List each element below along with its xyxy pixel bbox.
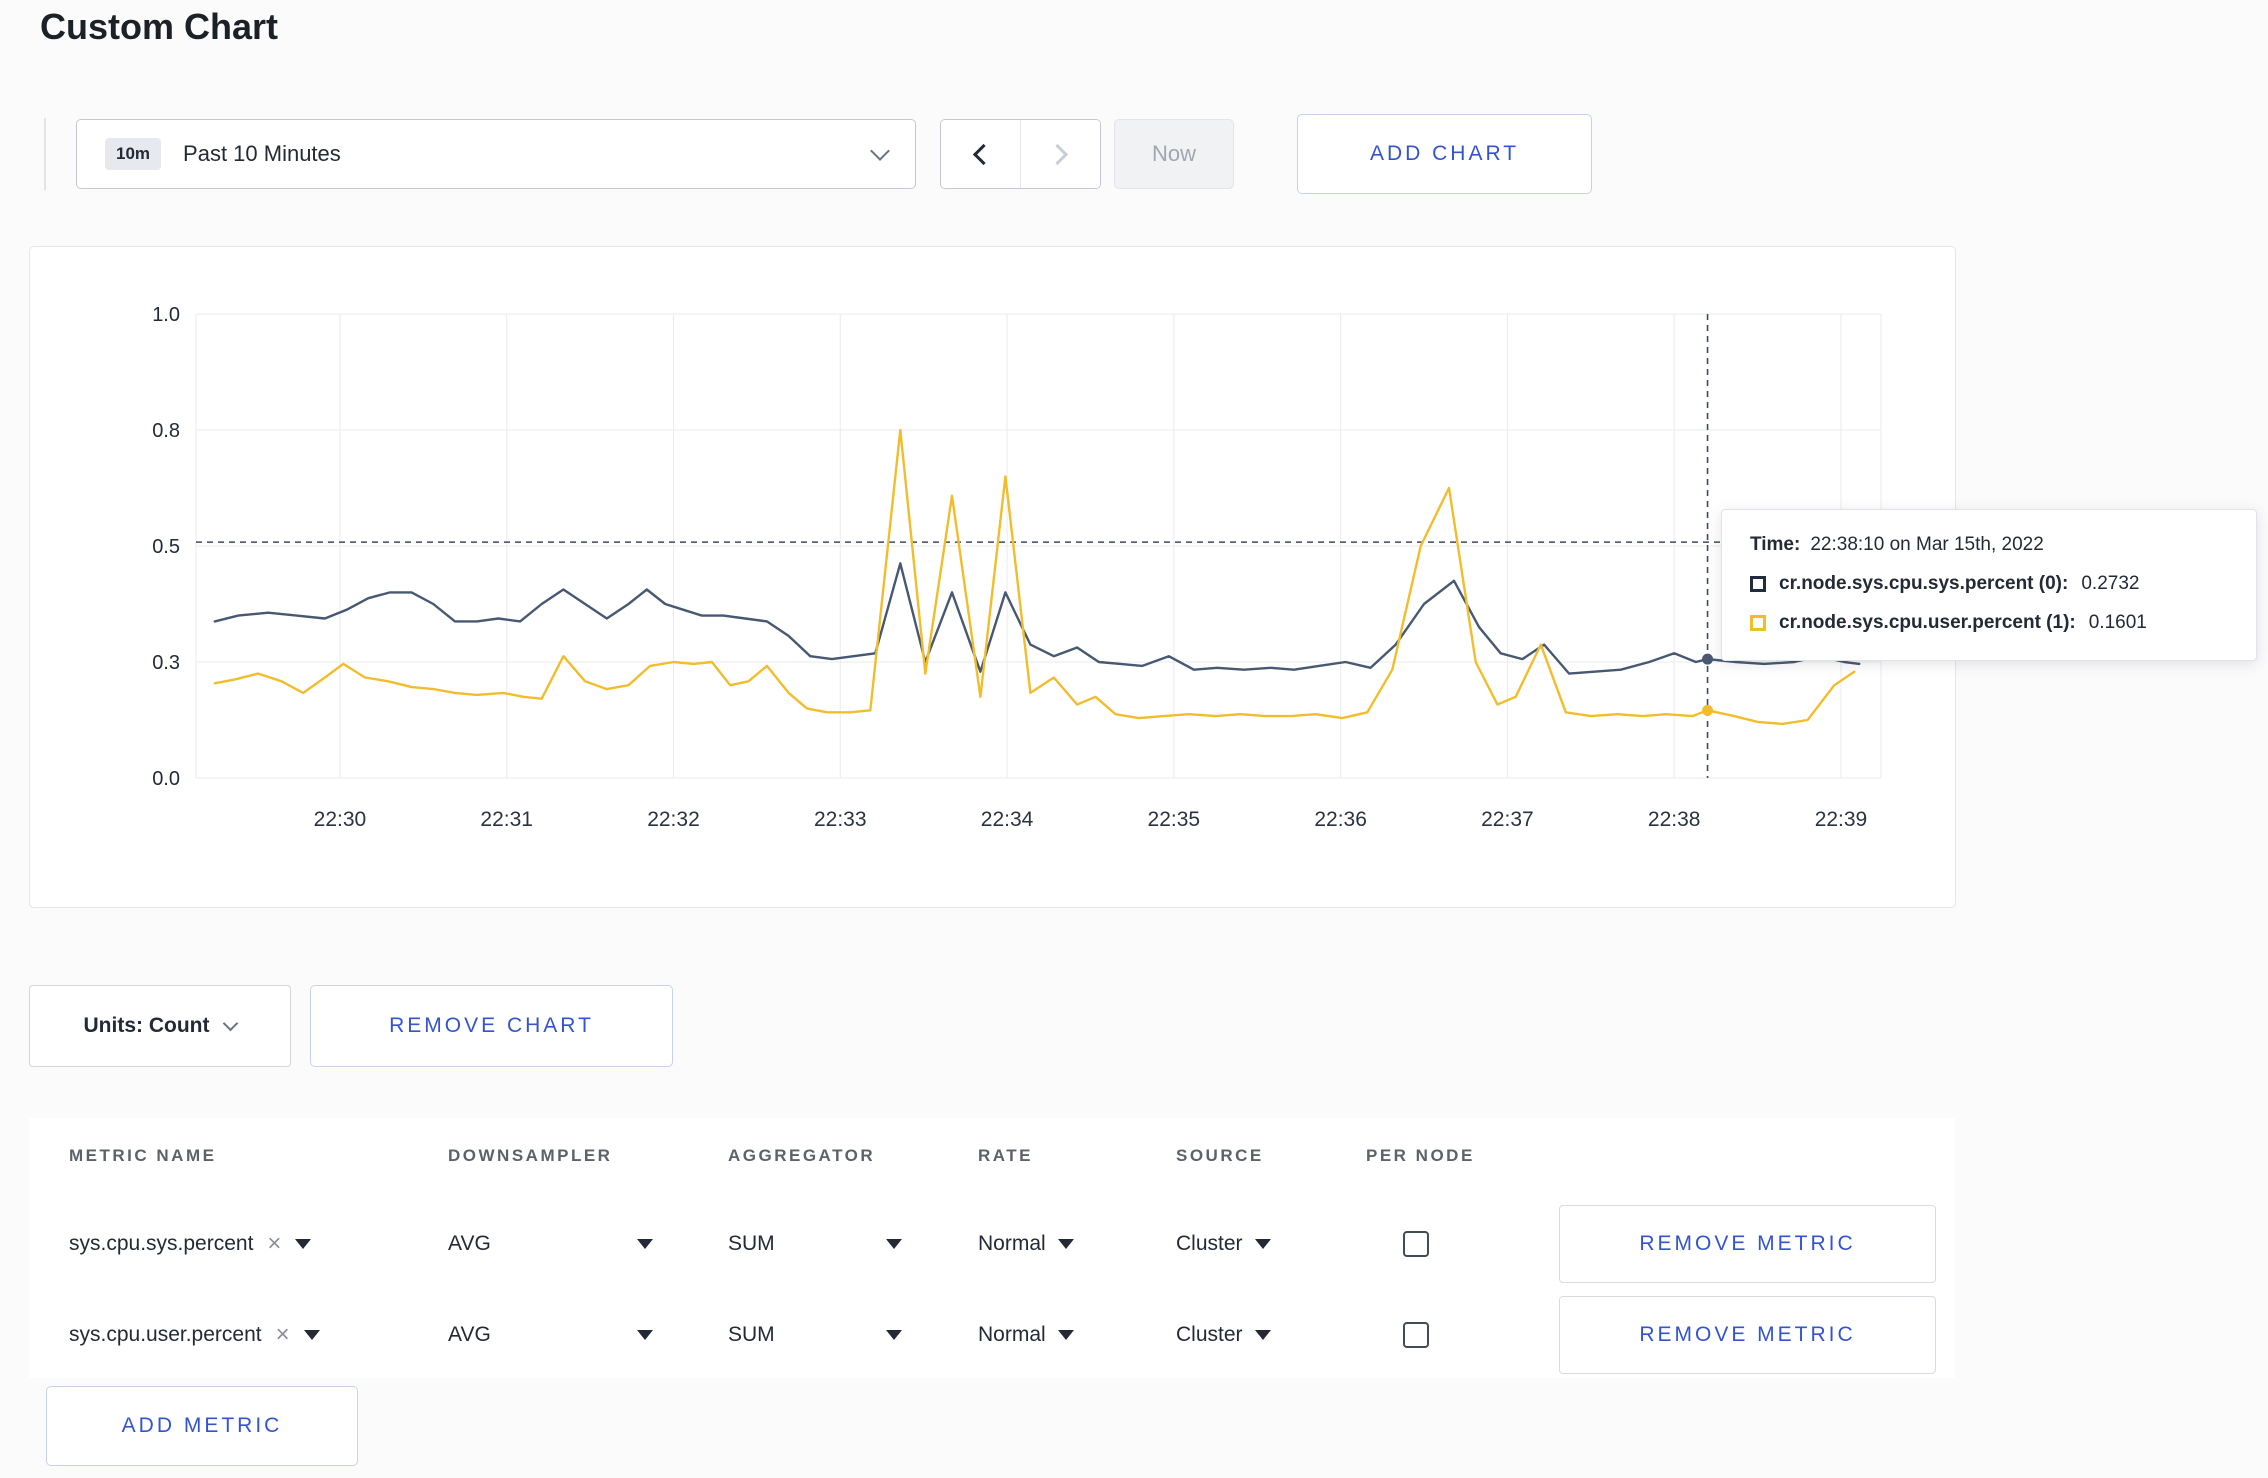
per-node-cell — [1366, 1295, 1466, 1375]
caret-down-icon — [303, 1330, 320, 1340]
svg-text:22:34: 22:34 — [981, 808, 1034, 831]
time-range-label: Past 10 Minutes — [183, 141, 341, 166]
rate-value: Normal — [978, 1232, 1046, 1255]
add-chart-button[interactable]: ADD CHART — [1297, 114, 1592, 194]
per-node-cell — [1366, 1204, 1466, 1284]
col-header-rate: RATE — [978, 1146, 1034, 1165]
chevron-down-icon — [223, 1015, 239, 1031]
tooltip-time-label: Time: — [1750, 534, 1801, 555]
svg-text:0.8: 0.8 — [152, 420, 180, 442]
source-value: Cluster — [1176, 1232, 1243, 1255]
time-range-badge: 10m — [105, 138, 162, 170]
aggregator-value: SUM — [728, 1323, 775, 1346]
caret-down-icon — [1057, 1239, 1074, 1249]
svg-text:22:39: 22:39 — [1815, 808, 1868, 831]
rate-select[interactable]: Normal — [978, 1295, 1074, 1375]
svg-text:22:33: 22:33 — [814, 808, 867, 831]
caret-down-icon — [1254, 1239, 1271, 1249]
caret-down-icon — [637, 1239, 653, 1249]
metric-row: sys.cpu.user.percent × AVG SUM Normal Cl… — [29, 1295, 1955, 1375]
col-header-source: SOURCE — [1176, 1146, 1264, 1165]
metric-name-select[interactable]: sys.cpu.sys.percent × — [69, 1204, 312, 1284]
chevron-right-icon — [1046, 143, 1069, 165]
tooltip-series-row: cr.node.sys.cpu.user.percent (1): 0.1601 — [1750, 612, 2228, 634]
units-dropdown[interactable]: Units: Count — [29, 985, 291, 1067]
chevron-left-icon — [972, 143, 995, 165]
svg-text:22:32: 22:32 — [647, 808, 700, 831]
aggregator-select[interactable]: SUM — [728, 1295, 902, 1375]
downsampler-select[interactable]: AVG — [448, 1295, 653, 1375]
svg-text:22:30: 22:30 — [314, 808, 367, 831]
remove-metric-button[interactable]: REMOVE METRIC — [1559, 1205, 1936, 1283]
units-label: Units: Count — [83, 1014, 210, 1037]
tooltip-series-value: 0.2732 — [2081, 573, 2140, 594]
per-node-checkbox[interactable] — [1403, 1322, 1429, 1348]
chevron-down-icon — [870, 141, 890, 161]
tooltip-series-label: cr.node.sys.cpu.user.percent (1): — [1779, 612, 2076, 633]
tooltip-time-row: Time: 22:38:10 on Mar 15th, 2022 — [1750, 534, 2228, 556]
metric-name-select[interactable]: sys.cpu.user.percent × — [69, 1295, 320, 1375]
time-pager — [940, 119, 1101, 189]
clear-metric-icon[interactable]: × — [267, 1232, 281, 1256]
caret-down-icon — [637, 1330, 653, 1340]
svg-text:22:37: 22:37 — [1481, 808, 1534, 831]
remove-chart-button[interactable]: REMOVE CHART — [310, 985, 673, 1067]
tooltip-series-label: cr.node.sys.cpu.sys.percent (0): — [1779, 573, 2069, 594]
caret-down-icon — [886, 1239, 902, 1249]
aggregator-select[interactable]: SUM — [728, 1204, 902, 1284]
metric-row: sys.cpu.sys.percent × AVG SUM Normal Clu… — [29, 1204, 1955, 1284]
timeseries-chart[interactable]: 22:30 22:31 22:32 22:33 22:34 22:35 22:36 22:37… — [152, 304, 1882, 831]
metric-name-label: sys.cpu.sys.percent — [69, 1232, 254, 1255]
tooltip-series-row: cr.node.sys.cpu.sys.percent (0): 0.2732 — [1750, 573, 2228, 595]
user-series-swatch-icon — [1750, 615, 1766, 631]
col-header-metric-name: METRIC NAME — [69, 1146, 217, 1165]
custom-chart-page: Custom Chart 10m Past 10 Minutes Now ADD… — [0, 0, 2268, 1478]
source-select[interactable]: Cluster — [1176, 1204, 1271, 1284]
svg-text:22:38: 22:38 — [1648, 808, 1701, 831]
svg-text:22:35: 22:35 — [1148, 808, 1201, 831]
add-metric-button[interactable]: ADD METRIC — [46, 1386, 358, 1466]
rate-select[interactable]: Normal — [978, 1204, 1074, 1284]
downsampler-value: AVG — [448, 1323, 491, 1346]
remove-metric-button[interactable]: REMOVE METRIC — [1559, 1296, 1936, 1374]
source-select[interactable]: Cluster — [1176, 1295, 1271, 1375]
svg-text:1.0: 1.0 — [152, 304, 180, 326]
rate-value: Normal — [978, 1323, 1046, 1346]
col-header-downsampler: DOWNSAMPLER — [448, 1146, 613, 1165]
caret-down-icon — [886, 1330, 902, 1340]
downsampler-value: AVG — [448, 1232, 491, 1255]
svg-text:22:36: 22:36 — [1314, 808, 1367, 831]
aggregator-value: SUM — [728, 1232, 775, 1255]
page-title: Custom Chart — [40, 6, 279, 47]
svg-text:22:31: 22:31 — [480, 808, 533, 831]
tooltip-time-value: 22:38:10 on Mar 15th, 2022 — [1810, 534, 2044, 555]
prev-time-button[interactable] — [941, 120, 1021, 188]
caret-down-icon — [1057, 1330, 1074, 1340]
clear-metric-icon[interactable]: × — [276, 1323, 290, 1347]
toolbar-divider — [44, 118, 46, 190]
metrics-table: METRIC NAME DOWNSAMPLER AGGREGATOR RATE … — [29, 1118, 1955, 1378]
caret-down-icon — [1254, 1330, 1271, 1340]
svg-text:0.5: 0.5 — [152, 536, 180, 558]
metrics-table-header: METRIC NAME DOWNSAMPLER AGGREGATOR RATE … — [29, 1146, 1955, 1176]
metric-name-label: sys.cpu.user.percent — [69, 1323, 262, 1346]
sys-series-swatch-icon — [1750, 576, 1766, 592]
col-header-per-node: PER NODE — [1366, 1146, 1475, 1165]
next-time-button[interactable] — [1021, 120, 1100, 188]
col-header-aggregator: AGGREGATOR — [728, 1146, 876, 1165]
time-range-dropdown[interactable]: 10m Past 10 Minutes — [76, 119, 916, 189]
tooltip-series-value: 0.1601 — [2088, 612, 2147, 633]
caret-down-icon — [295, 1239, 312, 1249]
downsampler-select[interactable]: AVG — [448, 1204, 653, 1284]
svg-text:0.0: 0.0 — [152, 768, 180, 790]
chart-tooltip: Time: 22:38:10 on Mar 15th, 2022 cr.node.… — [1721, 509, 2257, 661]
svg-text:0.3: 0.3 — [152, 652, 180, 674]
now-button[interactable]: Now — [1114, 119, 1234, 189]
per-node-checkbox[interactable] — [1403, 1231, 1429, 1257]
source-value: Cluster — [1176, 1323, 1243, 1346]
